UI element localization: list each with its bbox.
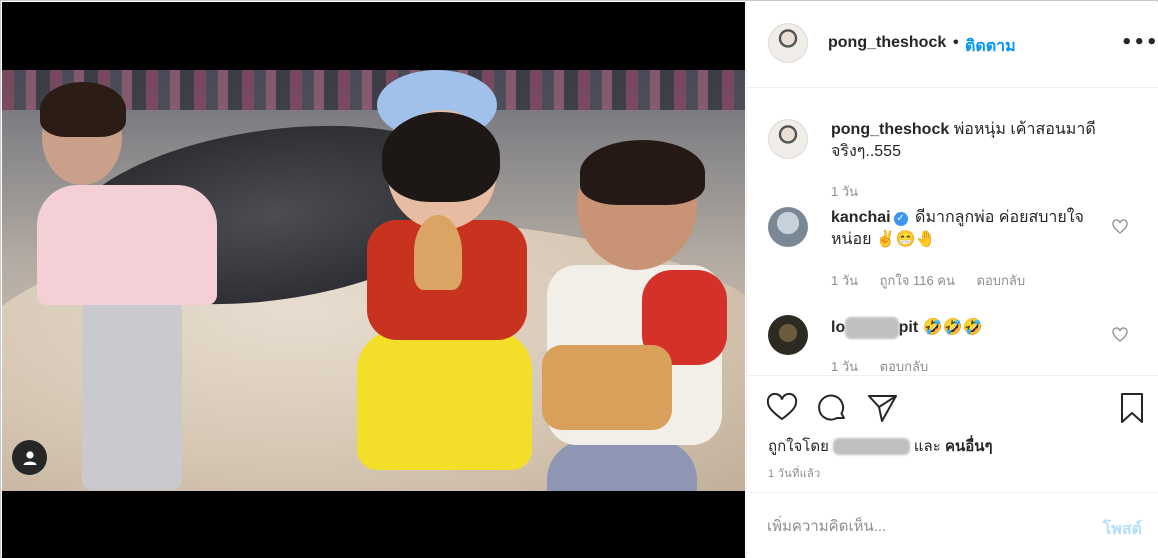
- likes-and: และ: [913, 438, 941, 455]
- ice-cream-bowl: [542, 345, 672, 430]
- post-side-panel: pong_theshock • ติดตาม ••• pong_theshock…: [746, 2, 1158, 558]
- heart-icon[interactable]: [764, 390, 800, 426]
- ice-cream-cone: [414, 215, 462, 290]
- child-left-body: [37, 185, 217, 305]
- child-middle-hair: [382, 112, 500, 202]
- username-visible-start: lo: [831, 319, 846, 336]
- add-comment-bar: โพสต์: [747, 492, 1158, 558]
- comment-meta: 1 วัน ตอบกลับ: [831, 356, 946, 375]
- caption-time[interactable]: 1 วัน: [831, 184, 858, 199]
- author-username[interactable]: pong_theshock: [828, 34, 946, 52]
- caption-text: pong_theshock พ่อหนุ่ม เค้าสอนมาดี จริงๆ…: [831, 119, 1121, 163]
- comment-input[interactable]: [767, 513, 1067, 539]
- comment-icon[interactable]: [814, 390, 850, 426]
- verified-badge-icon: ✓: [893, 212, 908, 226]
- heart-outline-icon[interactable]: [1112, 327, 1128, 343]
- likes-summary: ถูกใจโดย tooyoon2u และ คนอื่นๆ: [768, 434, 993, 458]
- comment-text: kanchai ✓ ดีมากลูกพ่อ ค่อยสบายใจ หน่อย ✌️…: [831, 207, 1111, 251]
- child-left-legs: [82, 300, 182, 490]
- comment-body-line2: หน่อย ✌️😁🤚: [831, 231, 936, 248]
- caption-avatar[interactable]: [768, 119, 808, 159]
- comments-list[interactable]: pong_theshock พ่อหนุ่ม เค้าสอนมาดี จริงๆ…: [747, 89, 1158, 375]
- child-middle-skirt: [357, 330, 532, 470]
- comment-time[interactable]: 1 วัน: [831, 359, 858, 374]
- instagram-post-window: pong_theshock • ติดตาม ••• pong_theshock…: [0, 0, 1158, 558]
- comment-meta: 1 วัน ถูกใจ 116 คน ตอบกลับ: [831, 270, 1043, 291]
- comment-body-line1: ดีมากลูกพ่อ ค่อยสบายใจ: [915, 209, 1084, 226]
- caption-meta: 1 วัน: [831, 181, 876, 202]
- username-redaction: xxxxxx: [845, 317, 899, 339]
- post-media[interactable]: [2, 2, 745, 558]
- paper-plane-icon[interactable]: [864, 390, 900, 426]
- user-tag-icon[interactable]: [12, 440, 47, 475]
- liked-by-user-redacted[interactable]: tooyoon2u: [833, 438, 910, 455]
- caption-username[interactable]: pong_theshock: [831, 121, 949, 138]
- post-actions: ถูกใจโดย tooyoon2u และ คนอื่นๆ 1 วันที่แ…: [747, 375, 1158, 485]
- username-visible-end: pit: [898, 319, 919, 336]
- caption-body-line2: จริงๆ..555: [831, 143, 901, 160]
- reply-button[interactable]: ตอบกลับ: [977, 273, 1026, 288]
- likes-prefix: ถูกใจโดย: [768, 438, 829, 455]
- video-frame[interactable]: [2, 70, 745, 491]
- author-avatar[interactable]: [768, 23, 808, 63]
- comment-avatar[interactable]: [768, 315, 808, 355]
- heart-outline-icon[interactable]: [1112, 219, 1128, 235]
- bookmark-icon[interactable]: [1114, 390, 1150, 426]
- comment-body: 🤣🤣🤣: [922, 319, 983, 336]
- posted-time[interactable]: 1 วันที่แล้ว: [768, 464, 821, 482]
- header-separator: •: [953, 34, 959, 51]
- comment-text: loxxxxxxpit 🤣🤣🤣: [831, 317, 1111, 339]
- follow-button[interactable]: ติดตาม: [965, 34, 1016, 59]
- post-header: pong_theshock • ติดตาม •••: [747, 2, 1158, 88]
- comment-likes-count[interactable]: ถูกใจ 116 คน: [880, 273, 955, 288]
- comment-username[interactable]: loxxxxxxpit: [831, 317, 919, 339]
- child-right-legs: [547, 440, 697, 491]
- comment-time[interactable]: 1 วัน: [831, 273, 858, 288]
- likes-others-link[interactable]: คนอื่นๆ: [945, 438, 993, 455]
- post-comment-button[interactable]: โพสต์: [1103, 517, 1142, 542]
- child-left-hair: [40, 82, 126, 137]
- comment-username[interactable]: kanchai: [831, 209, 891, 226]
- more-options-icon[interactable]: •••: [1121, 32, 1158, 53]
- comment-avatar[interactable]: [768, 207, 808, 247]
- caption-body-line1: พ่อหนุ่ม เค้าสอนมาดี: [953, 121, 1096, 138]
- child-right-hair: [580, 140, 705, 205]
- reply-button[interactable]: ตอบกลับ: [880, 359, 929, 374]
